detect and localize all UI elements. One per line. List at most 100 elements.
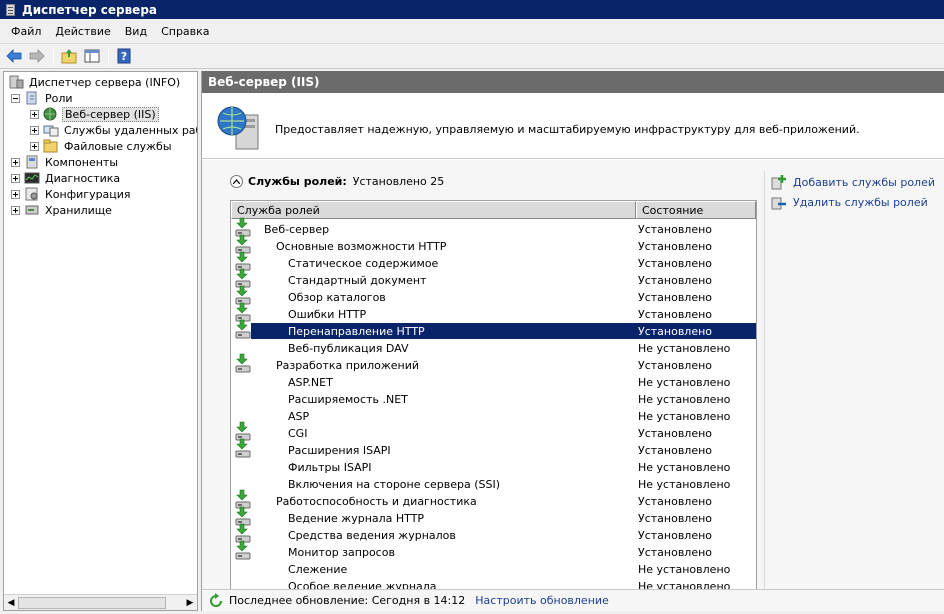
role-service-status: Установлено [638, 274, 713, 287]
role-service-name: Слежение [288, 563, 348, 576]
tree-item-storage[interactable]: Хранилище [11, 202, 114, 218]
up-level-button[interactable] [58, 46, 80, 66]
svg-text:?: ? [121, 50, 127, 63]
role-service-status: Установлено [638, 495, 713, 508]
horizontal-scrollbar[interactable]: ◀ ▶ [4, 594, 197, 610]
role-service-name: Основные возможности HTTP [276, 240, 447, 253]
table-row[interactable]: ASP Не установлено [231, 408, 756, 425]
expand-icon[interactable] [11, 157, 20, 167]
role-service-status: Установлено [638, 308, 713, 321]
role-service-name: Включения на стороне сервера (SSI) [288, 478, 501, 491]
menu-bar: Файл Действие Вид Справка [0, 19, 944, 44]
table-row[interactable]: CGI Установлено [231, 421, 756, 442]
expand-icon[interactable] [30, 125, 39, 135]
show-hide-tree-button[interactable] [81, 46, 103, 66]
table-header: Служба ролей Состояние [231, 201, 756, 219]
table-row[interactable]: Монитор запросов Установлено [231, 540, 756, 561]
tree-label: Файловые службы [64, 139, 172, 153]
tree-label: Диагностика [45, 171, 121, 185]
toolbar-separator [108, 47, 109, 65]
tree-label: Службы удаленных рабоч [64, 123, 197, 137]
tree-item-diagnostics[interactable]: Диагностика [11, 170, 122, 186]
expand-icon[interactable] [11, 173, 20, 183]
table-row[interactable]: Веб-публикация DAV Не установлено [231, 340, 756, 357]
tree-label: Компоненты [45, 155, 119, 169]
role-service-status: Не установлено [638, 461, 731, 474]
menu-file[interactable]: Файл [4, 25, 48, 38]
role-service-status: Установлено [638, 325, 713, 338]
table-row[interactable]: ASP.NET Не установлено [231, 374, 756, 391]
details-pane: Веб-сервер (IIS) Предоставляет надежную,… [201, 71, 944, 611]
table-row[interactable]: Фильтры ISAPI Не установлено [231, 459, 756, 476]
scroll-thumb[interactable] [18, 597, 166, 609]
menu-action[interactable]: Действие [48, 25, 117, 38]
storage-icon [24, 203, 40, 217]
tree-item-configuration[interactable]: Конфигурация [11, 186, 133, 202]
table-row[interactable]: Обзор каталогов Установлено [231, 285, 756, 306]
table-row[interactable]: Включения на стороне сервера (SSI) Не уст… [231, 476, 756, 493]
tree-item-file-services[interactable]: Файловые службы [30, 138, 174, 154]
column-role-service[interactable]: Служба ролей [231, 201, 636, 219]
role-service-status: Не установлено [638, 376, 731, 389]
toolbar-separator [53, 47, 54, 65]
tree-item-web-server[interactable]: Веб-сервер (IIS) [30, 106, 159, 122]
tree-item-roles[interactable]: Роли [11, 90, 75, 106]
expand-icon[interactable] [11, 205, 20, 215]
table-row[interactable]: Перенаправление HTTP Установлено [231, 319, 756, 340]
role-service-name: Расширения ISAPI [288, 444, 391, 457]
role-service-status: Установлено [638, 427, 713, 440]
console-tree-icon [84, 49, 100, 63]
tree-label: Конфигурация [45, 187, 131, 201]
role-service-status: Не установлено [638, 478, 731, 491]
table-row[interactable]: Стандартный документ Установлено [231, 268, 756, 289]
web-server-icon [43, 107, 59, 121]
console-tree: Диспетчер сервера (INFO) Роли Веб-сервер… [3, 71, 198, 611]
tree-item-features[interactable]: Компоненты [11, 154, 120, 170]
last-update-text: Последнее обновление: Сегодня в 14:12 [229, 594, 466, 607]
toolbar: ? [0, 44, 944, 69]
table-row[interactable]: Работоспособность и диагностика Установле… [231, 489, 756, 510]
table-row[interactable]: Основные возможности HTTP Установлено [231, 234, 756, 255]
table-row[interactable]: Разработка приложений Установлено [231, 353, 756, 374]
configure-refresh-link[interactable]: Настроить обновление [475, 594, 609, 607]
table-row[interactable]: Ошибки HTTP Установлено [231, 302, 756, 323]
collapse-icon[interactable] [11, 93, 20, 103]
remove-services-label: Удалить службы ролей [793, 195, 928, 209]
file-services-icon [43, 139, 59, 153]
table-row[interactable]: Расширения ISAPI Установлено [231, 438, 756, 459]
table-row[interactable]: Ведение журнала HTTP Установлено [231, 506, 756, 527]
tree-item-remote-desktop[interactable]: Службы удаленных рабоч [30, 122, 197, 138]
installed-icon [235, 540, 251, 560]
help-button[interactable]: ? [113, 46, 135, 66]
column-status[interactable]: Состояние [636, 201, 756, 219]
forward-arrow-icon [29, 49, 45, 63]
table-row[interactable]: Средства ведения журналов Установлено [231, 523, 756, 544]
table-row[interactable]: Статическое содержимое Установлено [231, 251, 756, 272]
role-service-name: Обзор каталогов [288, 291, 386, 304]
collapse-section-button[interactable] [230, 175, 243, 188]
role-service-status: Установлено [638, 529, 713, 542]
role-service-status: Установлено [638, 223, 713, 236]
role-service-status: Установлено [638, 444, 713, 457]
scroll-left-icon[interactable]: ◀ [5, 597, 17, 609]
actions-panel: Добавить службы ролей Удалить службы рол… [764, 171, 944, 601]
expand-icon[interactable] [11, 189, 20, 199]
back-button[interactable] [3, 46, 25, 66]
menu-view[interactable]: Вид [118, 25, 154, 38]
table-row[interactable]: Веб-сервер Установлено [231, 217, 756, 238]
table-row[interactable]: Слежение Не установлено [231, 561, 756, 578]
remove-role-services-link[interactable]: Удалить службы ролей [771, 194, 928, 210]
forward-button[interactable] [26, 46, 48, 66]
expand-icon[interactable] [30, 109, 39, 119]
refresh-icon[interactable] [208, 592, 224, 609]
roles-icon [24, 91, 40, 105]
role-description: Предоставляет надежную, управляемую и ма… [275, 123, 860, 136]
scroll-right-icon[interactable]: ▶ [184, 597, 196, 609]
menu-help[interactable]: Справка [154, 25, 216, 38]
table-row[interactable]: Расширяемость .NET Не установлено [231, 391, 756, 408]
tree-item-server-manager[interactable]: Диспетчер сервера (INFO) [8, 74, 182, 90]
expand-icon[interactable] [30, 141, 39, 151]
add-role-services-link[interactable]: Добавить службы ролей [771, 174, 935, 190]
role-service-name: Монитор запросов [288, 546, 395, 559]
remote-services-icon [43, 123, 59, 137]
